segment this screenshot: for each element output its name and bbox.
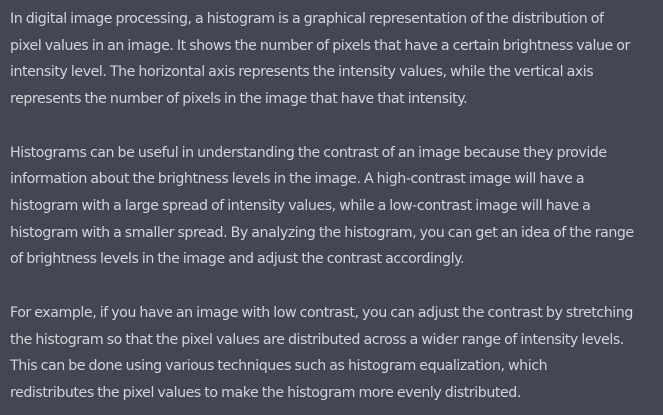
text-line: In digital image processing, a histogram… [10, 11, 604, 27]
paragraph: Histograms can be useful in understandin… [10, 140, 661, 274]
text-line: pixel values in an image. It shows the n… [10, 37, 630, 54]
paragraph: In digital image processing, a histogram… [10, 6, 661, 113]
text-line: of brightness levels in the image and ad… [10, 251, 465, 268]
message-content: In digital image processing, a histogram… [10, 6, 661, 407]
paragraph: For example, if you have an image with l… [10, 300, 661, 407]
text-line: redistributes the pixel values to make t… [10, 385, 521, 402]
text-line: For example, if you have an image with l… [10, 304, 633, 321]
text-line: histogram with a large spread of intensi… [10, 198, 591, 215]
text-line: This can be done using various technique… [10, 358, 548, 375]
text-line: histogram with a smaller spread. By anal… [10, 224, 634, 241]
text-line: intensity level. The horizontal axis rep… [10, 64, 594, 81]
text-line: information about the brightness levels … [10, 171, 585, 188]
text-line: Histograms can be useful in understandin… [10, 144, 607, 161]
assistant-message: In digital image processing, a histogram… [0, 0, 663, 415]
text-line: represents the number of pixels in the i… [10, 91, 468, 108]
text-line: the histogram so that the pixel values a… [10, 331, 624, 348]
